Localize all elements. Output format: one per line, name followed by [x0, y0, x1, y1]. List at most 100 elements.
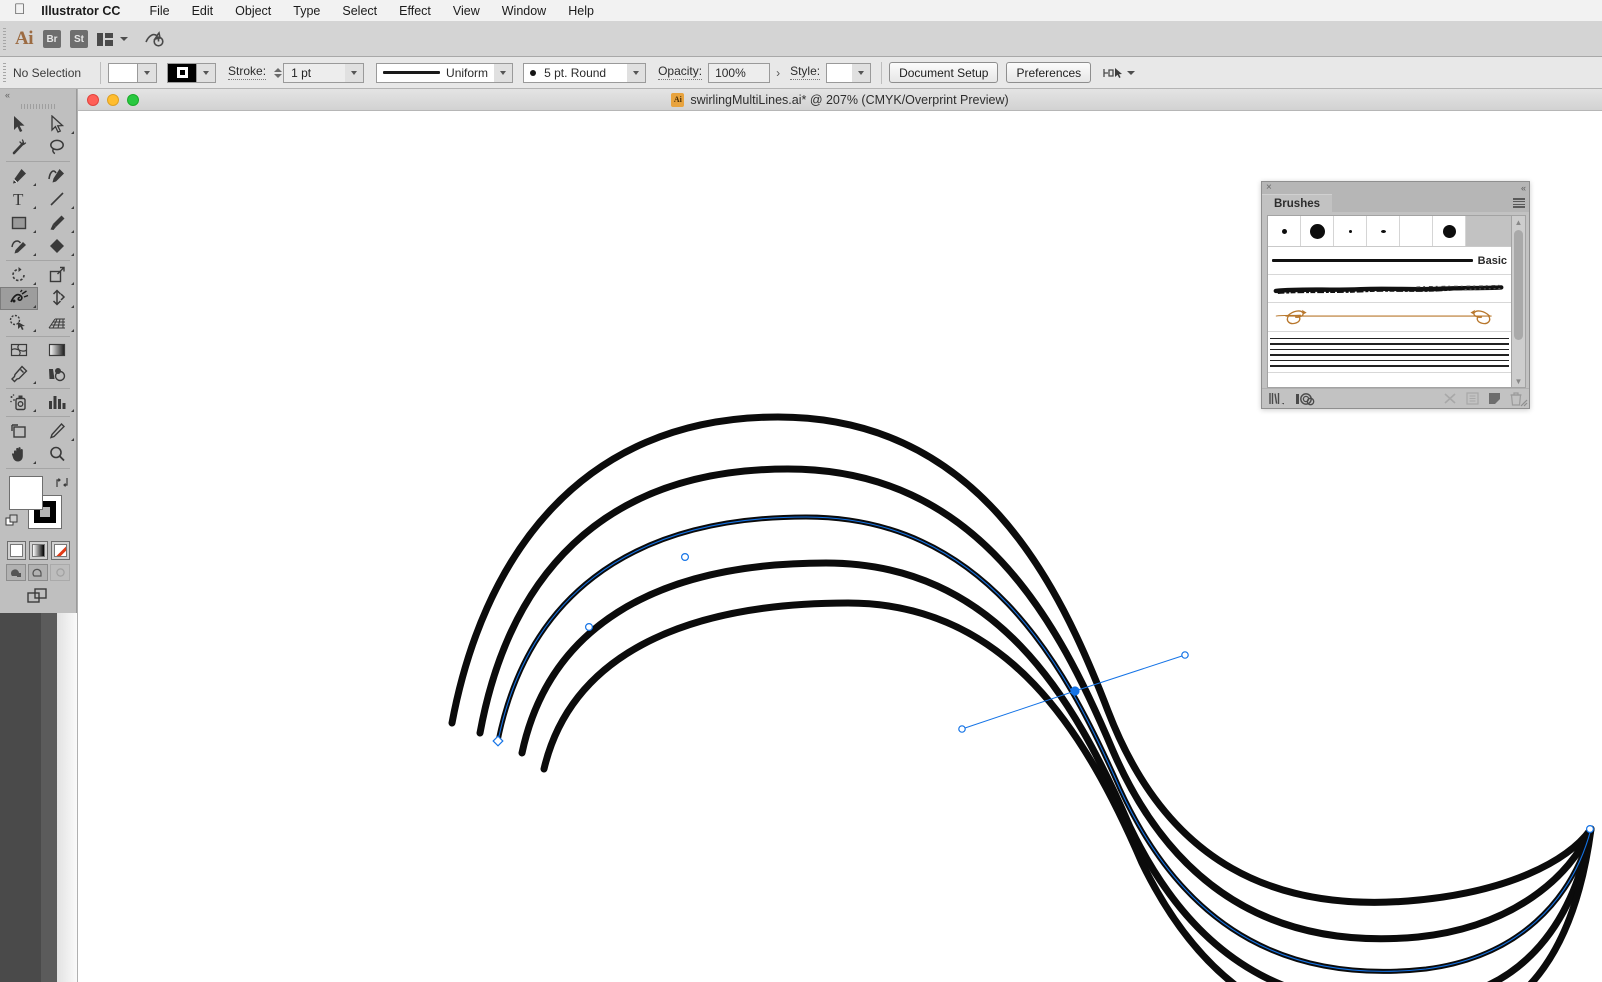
opacity-more-button[interactable]: › [776, 66, 780, 80]
direction-handle-left-endpoint[interactable] [958, 725, 966, 733]
scroll-down-arrow-icon[interactable]: ▼ [1515, 375, 1523, 387]
pencil-tool[interactable] [0, 235, 38, 259]
lasso-tool[interactable] [38, 136, 76, 160]
scrollbar-thumb[interactable] [1514, 230, 1523, 340]
curvature-tool[interactable] [38, 164, 76, 188]
width-profile-dropdown-button[interactable] [494, 62, 514, 83]
menu-item-type[interactable]: Type [282, 0, 331, 22]
slice-tool[interactable] [38, 419, 76, 443]
brushes-panel[interactable]: × « Brushes Basic ▲ ▼ [1261, 181, 1530, 409]
opacity-label[interactable]: Opacity: [658, 65, 703, 80]
document-setup-button[interactable]: Document Setup [889, 62, 999, 83]
type-tool[interactable]: T [0, 188, 38, 212]
close-window-button[interactable] [87, 93, 99, 106]
mesh-tool[interactable] [0, 339, 38, 363]
anchor-start[interactable] [492, 735, 504, 747]
align-chevron-down-icon[interactable] [1127, 70, 1136, 75]
paintbrush-tool[interactable] [38, 211, 76, 235]
opacity-input[interactable]: 100% [708, 62, 771, 83]
workspace-switcher-icon[interactable] [144, 30, 166, 48]
pattern-brush-lines[interactable] [1268, 332, 1511, 373]
brush-dropdown-button[interactable] [627, 62, 647, 83]
anchor-mid-1[interactable] [585, 622, 594, 631]
menu-item-edit[interactable]: Edit [181, 0, 225, 22]
align-to-selection-icon[interactable] [1103, 66, 1123, 80]
swap-fill-stroke-icon[interactable] [55, 476, 69, 494]
scroll-up-arrow-icon[interactable]: ▲ [1515, 216, 1523, 228]
menu-app-name[interactable]: Illustrator CC [37, 0, 138, 22]
curve-3-selected[interactable] [495, 514, 1594, 974]
perspective-grid-tool[interactable] [38, 310, 76, 334]
default-fill-stroke-icon[interactable] [5, 514, 19, 532]
brush-definition-control[interactable]: 5 pt. Round [523, 62, 647, 83]
stroke-weight-stepper[interactable] [272, 62, 284, 83]
rotate-tool[interactable] [0, 263, 38, 287]
direct-selection-tool[interactable] [38, 112, 76, 136]
preferences-button[interactable]: Preferences [1006, 62, 1092, 83]
tools-collapse-button[interactable]: « [0, 89, 76, 101]
stroke-color-control[interactable] [167, 62, 217, 83]
brushes-scrollbar[interactable]: ▲ ▼ [1511, 215, 1526, 388]
zoom-window-button[interactable] [127, 93, 139, 106]
fill-color-control[interactable] [108, 62, 158, 83]
brush-arrow-ornament[interactable] [1268, 303, 1511, 332]
new-brush-icon[interactable] [1488, 392, 1501, 405]
symbol-sprayer-tool[interactable] [0, 391, 38, 415]
blend-tool[interactable] [38, 362, 76, 386]
tools-drag-handle[interactable] [0, 101, 76, 112]
zoom-tool[interactable] [38, 443, 76, 467]
color-fill-mode-button[interactable] [6, 541, 26, 560]
stock-button[interactable]: St [70, 30, 88, 48]
close-icon[interactable]: × [1266, 183, 1272, 193]
brush-libraries-icon[interactable] [1269, 392, 1286, 405]
gradient-tool[interactable] [38, 339, 76, 363]
brush-basic[interactable]: Basic [1268, 247, 1511, 275]
brush-empty-slot[interactable] [1400, 216, 1433, 246]
normal-screen-mode-button[interactable] [6, 564, 26, 581]
appbar-drag-handle[interactable] [0, 22, 9, 56]
eyedropper-tool[interactable] [0, 362, 38, 386]
stroke-weight-label[interactable]: Stroke: [228, 65, 267, 80]
rectangle-tool[interactable] [0, 211, 38, 235]
menu-item-view[interactable]: View [442, 0, 491, 22]
graphic-style-control[interactable] [826, 62, 872, 83]
collapse-panel-icon[interactable]: « [1521, 183, 1526, 193]
style-dropdown-button[interactable] [852, 62, 872, 83]
style-label[interactable]: Style: [790, 65, 821, 80]
stroke-weight-dropdown-button[interactable] [345, 62, 365, 83]
style-swatch[interactable] [826, 62, 853, 83]
anchor-selected[interactable] [1070, 686, 1080, 696]
document-title-bar[interactable]: Ai swirlingMultiLines.ai* @ 207% (CMYK/O… [78, 89, 1602, 111]
brush-10-pt-round[interactable] [1433, 216, 1466, 246]
fill-swatch[interactable] [108, 62, 139, 83]
tab-brushes[interactable]: Brushes [1262, 194, 1333, 212]
menu-item-select[interactable]: Select [331, 0, 388, 22]
scale-tool[interactable] [38, 263, 76, 287]
hand-tool[interactable] [0, 443, 38, 467]
brush-3-pt-round[interactable] [1268, 216, 1301, 246]
magic-wand-tool[interactable] [0, 136, 38, 160]
artboard-tool[interactable] [0, 419, 38, 443]
line-segment-tool[interactable] [38, 188, 76, 212]
pen-tool[interactable] [0, 164, 38, 188]
shape-builder-tool[interactable] [0, 310, 38, 334]
menu-item-effect[interactable]: Effect [388, 0, 442, 22]
direction-handle-right-endpoint[interactable] [1181, 651, 1189, 659]
controlbar-drag-handle[interactable] [0, 57, 9, 88]
fill-dropdown-button[interactable] [138, 62, 158, 83]
menu-item-file[interactable]: File [138, 0, 180, 22]
stroke-swatch[interactable] [167, 62, 198, 83]
brush-5-pt-round[interactable] [1301, 216, 1334, 246]
anchor-mid-2[interactable] [680, 553, 689, 562]
full-screen-mode-button[interactable] [50, 564, 70, 581]
stroke-weight-control[interactable]: 1 pt [272, 62, 365, 83]
panel-menu-icon[interactable] [1513, 198, 1525, 208]
menu-item-help[interactable]: Help [557, 0, 605, 22]
free-transform-tool[interactable] [38, 287, 76, 311]
window-traffic-lights[interactable] [78, 93, 139, 106]
arrange-chevron-down-icon[interactable] [120, 37, 128, 41]
gradient-fill-mode-button[interactable] [28, 541, 48, 560]
stroke-weight-input[interactable]: 1 pt [283, 62, 346, 83]
brush-oval[interactable] [1367, 216, 1400, 246]
variable-width-profile-control[interactable]: Uniform [376, 62, 514, 83]
